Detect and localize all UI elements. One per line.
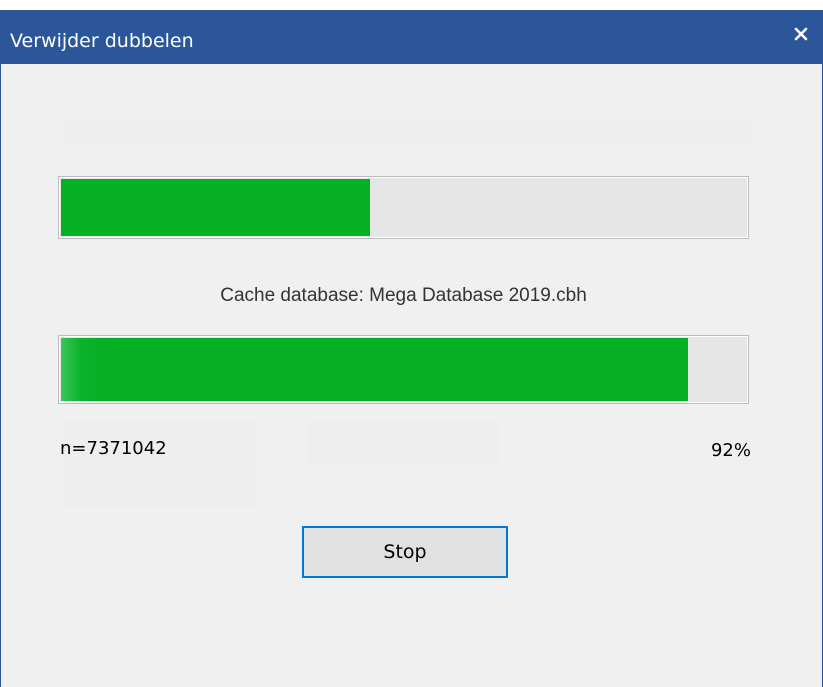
dialog-window: Verwijder dubbelen Cache database: Mega … <box>0 10 823 687</box>
title-bar[interactable]: Verwijder dubbelen <box>0 10 823 64</box>
hidden-label-placeholder <box>63 122 753 142</box>
record-counter: n=7371042 <box>60 438 167 459</box>
hidden-label-placeholder <box>63 420 257 508</box>
window-title: Verwijder dubbelen <box>10 30 194 52</box>
percent-label: 92% <box>710 440 751 461</box>
overall-progress-bar <box>58 176 749 239</box>
stop-button[interactable]: Stop <box>302 526 508 578</box>
current-progress-fill <box>61 338 688 401</box>
close-icon <box>794 27 808 41</box>
status-label: Cache database: Mega Database 2019.cbh <box>220 285 587 306</box>
hidden-label-placeholder <box>306 420 500 464</box>
close-button[interactable] <box>787 20 815 48</box>
overall-progress-fill <box>61 179 370 236</box>
current-progress-bar <box>58 335 749 404</box>
